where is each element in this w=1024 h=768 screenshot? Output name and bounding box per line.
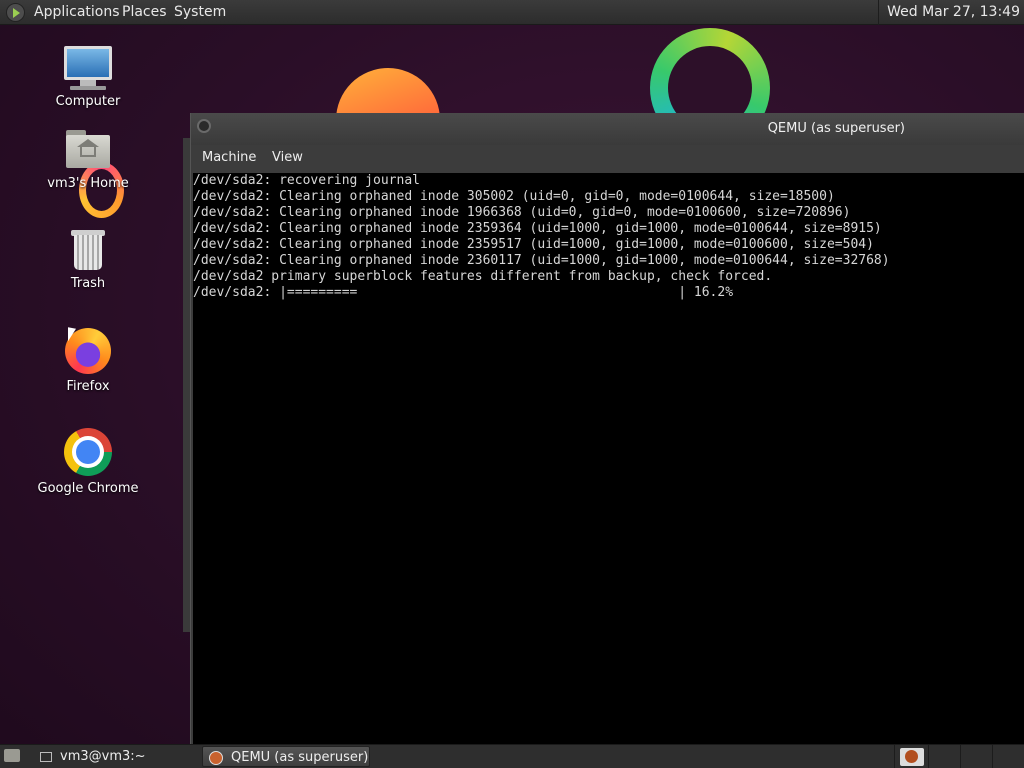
computer-icon xyxy=(28,46,148,90)
places-menu[interactable]: Places xyxy=(122,0,167,25)
desktop-icon-chrome[interactable]: Google Chrome xyxy=(28,428,148,496)
console-line: /dev/sda2: Clearing orphaned inode 23601… xyxy=(193,253,890,268)
taskbar-item-label: QEMU (as superuser) xyxy=(231,750,369,765)
distro-logo-icon[interactable] xyxy=(6,3,25,22)
desktop-icon-label: Firefox xyxy=(66,379,110,394)
console-line: /dev/sda2: Clearing orphaned inode 23593… xyxy=(193,221,882,236)
desktop-icon-label: Trash xyxy=(70,276,106,291)
vm-console-screen[interactable]: /dev/sda2: recovering journal /dev/sda2:… xyxy=(193,173,1024,745)
menu-view[interactable]: View xyxy=(272,145,303,171)
console-line: /dev/sda2: Clearing orphaned inode 19663… xyxy=(193,205,851,220)
console-line: /dev/sda2: Clearing orphaned inode 23595… xyxy=(193,237,874,252)
trash-icon xyxy=(71,230,105,270)
taskbar-item-label: vm3@vm3:~ xyxy=(60,749,146,764)
workspace-2[interactable] xyxy=(928,745,961,768)
panel-clock[interactable]: Wed Mar 27, 13:49 xyxy=(878,0,1024,25)
window-titlebar[interactable]: QEMU (as superuser) xyxy=(191,113,1024,145)
taskbar-item-qemu[interactable]: QEMU (as superuser) xyxy=(202,746,370,767)
console-line: /dev/sda2 primary superblock features di… xyxy=(193,269,773,284)
system-menu[interactable]: System xyxy=(174,0,226,25)
console-line: /dev/sda2: recovering journal xyxy=(193,173,420,188)
qemu-icon xyxy=(209,750,223,765)
desktop-icon-computer[interactable]: Computer xyxy=(28,46,148,109)
console-line: /dev/sda2: Clearing orphaned inode 30500… xyxy=(193,189,835,204)
desktop-icon-label: vm3's Home xyxy=(47,176,129,191)
bottom-panel: vm3@vm3:~ QEMU (as superuser) xyxy=(0,744,1024,768)
terminal-icon xyxy=(40,751,52,762)
workspace-4[interactable] xyxy=(992,745,1024,768)
workspace-divider xyxy=(894,745,895,768)
console-progress-line: /dev/sda2: |========= | 16.2% xyxy=(193,285,734,300)
window-menu-button[interactable] xyxy=(197,119,211,133)
home-folder-icon xyxy=(66,130,110,168)
desktop-icon-home[interactable]: vm3's Home xyxy=(28,130,148,191)
workspace-switcher-qemu-icon[interactable] xyxy=(900,748,924,766)
desktop-icon-label: Google Chrome xyxy=(37,481,139,496)
window-title: QEMU (as superuser) xyxy=(767,121,905,136)
qemu-window[interactable]: QEMU (as superuser) Machine View /dev/sd… xyxy=(190,113,1024,745)
workspace-3[interactable] xyxy=(960,745,993,768)
show-desktop-icon[interactable] xyxy=(4,749,20,762)
desktop-icon-trash[interactable]: Trash xyxy=(28,230,148,291)
desktop-icon-firefox[interactable]: Firefox xyxy=(28,328,148,394)
menu-machine[interactable]: Machine xyxy=(202,145,256,171)
desktop-icon-label: Computer xyxy=(55,94,121,109)
mouse-cursor-icon xyxy=(68,327,76,343)
chrome-icon xyxy=(64,428,112,476)
top-panel: Applications Places System Wed Mar 27, 1… xyxy=(0,0,1024,25)
applications-menu[interactable]: Applications xyxy=(34,0,120,25)
window-menubar: Machine View xyxy=(191,145,1024,173)
taskbar-item-terminal[interactable]: vm3@vm3:~ xyxy=(36,746,198,767)
